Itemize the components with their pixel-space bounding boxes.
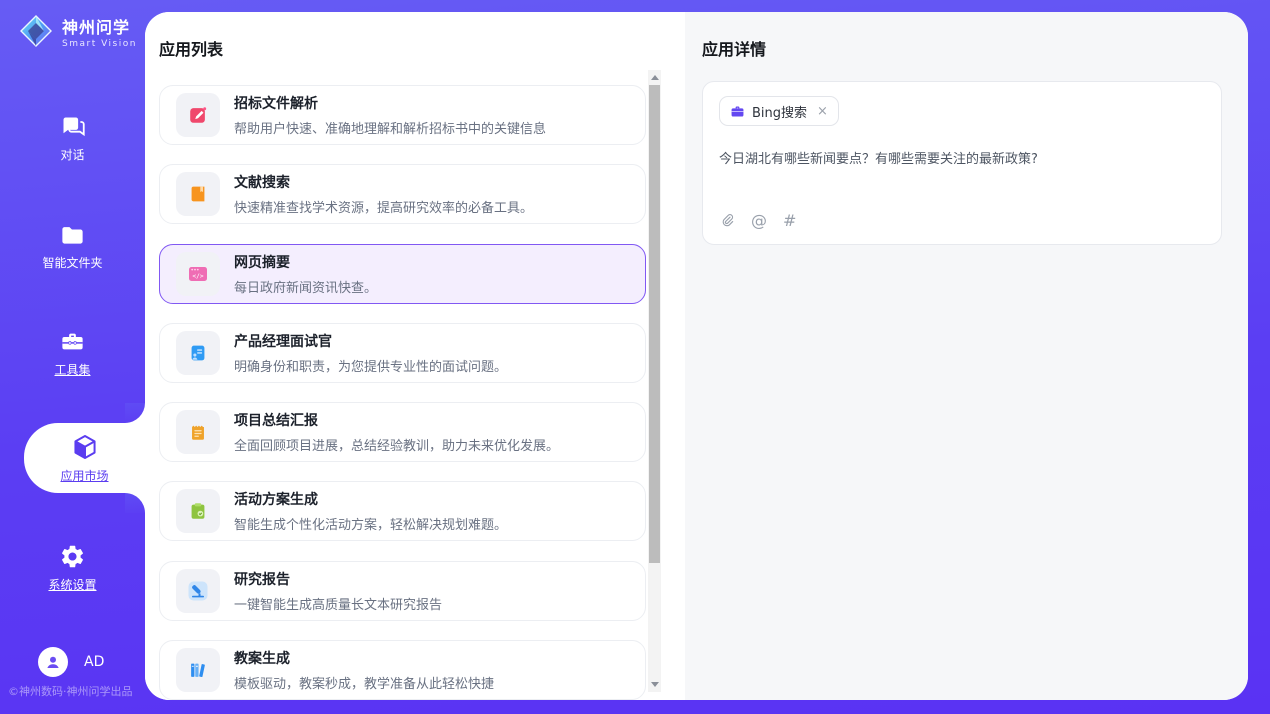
sidebar-item-settings[interactable]: 系统设置 xyxy=(0,533,145,603)
app-icon-tile xyxy=(176,648,220,692)
sidebar-item-label: 工具集 xyxy=(54,361,90,378)
sidebar-item-label: 智能文件夹 xyxy=(42,254,102,271)
app-icon-tile xyxy=(176,93,220,137)
clipboard-check-icon xyxy=(187,500,209,522)
app-card-research-report[interactable]: 研究报告 一键智能生成高质量长文本研究报告 xyxy=(159,561,646,621)
app-icon-tile xyxy=(176,172,220,216)
microscope-icon xyxy=(186,579,210,603)
tool-tag-bing-search[interactable]: Bing搜索 × xyxy=(719,96,839,126)
avatar xyxy=(38,647,68,677)
svg-text:</>: </> xyxy=(192,273,203,280)
folder-icon xyxy=(59,221,86,248)
brand-tagline: Smart Vision xyxy=(62,39,137,49)
app-name: 文献搜索 xyxy=(234,172,533,192)
interview-icon xyxy=(187,342,209,364)
sidebar-item-chat[interactable]: 对话 xyxy=(0,103,145,173)
app-description: 一键智能生成高质量长文本研究报告 xyxy=(234,594,442,613)
hashtag-icon[interactable]: # xyxy=(783,213,796,229)
sidebar: 神州问学 Smart Vision 对话 智能文件夹 工具集 xyxy=(0,0,145,714)
prompt-card: Bing搜索 × 今日湖北有哪些新闻要点？有哪些需要关注的最新政策? @ # xyxy=(702,81,1222,245)
bubble-top-curve xyxy=(125,403,145,423)
paperclip-icon[interactable] xyxy=(719,212,735,229)
app-description: 每日政府新闻资讯快查。 xyxy=(234,277,377,296)
app-name: 网页摘要 xyxy=(234,252,377,272)
browser-code-icon: </> xyxy=(186,262,210,286)
mention-icon[interactable]: @ xyxy=(751,213,767,229)
app-card-project-summary[interactable]: 项目总结汇报 全面回顾项目进展，总结经验教训，助力未来优化发展。 xyxy=(159,402,646,462)
app-description: 帮助用户快速、准确地理解和解析招标书中的关键信息 xyxy=(234,118,546,137)
app-card-lesson-plan[interactable]: 教案生成 模板驱动，教案秒成，教学准备从此轻松快捷 xyxy=(159,640,646,700)
tool-tag-label: Bing搜索 xyxy=(752,102,807,121)
sidebar-item-label: 对话 xyxy=(60,146,84,163)
user-initials: AD xyxy=(84,654,104,670)
prompt-toolbar: @ # xyxy=(719,212,796,229)
book-icon xyxy=(187,183,209,205)
sidebar-item-smart-folder[interactable]: 智能文件夹 xyxy=(0,211,145,281)
app-description: 全面回顾项目进展，总结经验教训，助力未来优化发展。 xyxy=(234,435,559,454)
app-card-pm-interviewer[interactable]: 产品经理面试官 明确身份和职责，为您提供专业性的面试问题。 xyxy=(159,323,646,383)
sidebar-item-toolset[interactable]: 工具集 xyxy=(0,318,145,388)
app-card-literature-search[interactable]: 文献搜索 快速精准查找学术资源，提高研究效率的必备工具。 xyxy=(159,164,646,224)
notepad-icon xyxy=(187,421,209,443)
gear-icon xyxy=(59,543,86,570)
app-card-tender-analysis[interactable]: 招标文件解析 帮助用户快速、准确地理解和解析招标书中的关键信息 xyxy=(159,85,646,145)
app-name: 活动方案生成 xyxy=(234,489,507,509)
scroll-down-arrow[interactable] xyxy=(651,682,659,687)
toolbox-icon xyxy=(59,328,86,355)
app-name: 招标文件解析 xyxy=(234,93,546,113)
sidebar-item-label: 系统设置 xyxy=(48,576,96,593)
sidebar-item-label: 应用市场 xyxy=(60,467,108,484)
user-account[interactable]: AD xyxy=(38,647,104,677)
app-description: 模板驱动，教案秒成，教学准备从此轻松快捷 xyxy=(234,673,494,692)
app-name: 项目总结汇报 xyxy=(234,410,559,430)
app-detail-panel: 应用详情 Bing搜索 × 今日湖北有哪些新闻要点？有哪些需要关注的最新政策? … xyxy=(685,12,1248,700)
sidebar-item-app-market[interactable]: 应用市场 xyxy=(24,423,145,493)
chat-icon xyxy=(59,113,86,140)
app-icon-tile xyxy=(176,569,220,613)
app-description: 明确身份和职责，为您提供专业性的面试问题。 xyxy=(234,356,507,375)
copyright-text: ©神州数码·神州问学出品 xyxy=(8,683,148,699)
app-detail-title: 应用详情 xyxy=(702,36,766,60)
app-icon-tile xyxy=(176,489,220,533)
bubble-bottom-curve xyxy=(125,493,145,513)
books-icon xyxy=(187,659,209,681)
app-description: 快速精准查找学术资源，提高研究效率的必备工具。 xyxy=(234,197,533,216)
prompt-input[interactable]: 今日湖北有哪些新闻要点？有哪些需要关注的最新政策? xyxy=(719,150,1205,170)
list-scrollbar[interactable] xyxy=(648,70,661,692)
app-card-web-summary[interactable]: </> 网页摘要 每日政府新闻资讯快查。 xyxy=(159,244,646,304)
app-name: 研究报告 xyxy=(234,569,442,589)
person-icon xyxy=(44,653,62,671)
app-description: 智能生成个性化活动方案，轻松解决规划难题。 xyxy=(234,514,507,533)
tag-close-icon[interactable]: × xyxy=(817,104,828,119)
brand-logo: 神州问学 Smart Vision xyxy=(18,13,137,49)
app-name: 产品经理面试官 xyxy=(234,331,507,351)
app-card-event-plan[interactable]: 活动方案生成 智能生成个性化活动方案，轻松解决规划难题。 xyxy=(159,481,646,541)
app-icon-tile: </> xyxy=(176,252,220,296)
app-list-title: 应用列表 xyxy=(159,36,223,60)
app-name: 教案生成 xyxy=(234,648,494,668)
scrollbar-thumb[interactable] xyxy=(649,85,660,563)
diamond-logo-icon xyxy=(18,13,54,49)
brand-name: 神州问学 xyxy=(62,14,137,38)
briefcase-icon xyxy=(730,104,745,119)
app-icon-tile xyxy=(176,331,220,375)
app-icon-tile xyxy=(176,410,220,454)
edit-document-icon xyxy=(187,104,209,126)
main-content: 应用列表 招标文件解析 帮助用户快速、准确地理解和解析招标书中的关键信息 xyxy=(145,12,1248,700)
cube-icon xyxy=(71,433,99,461)
app-list-panel: 应用列表 招标文件解析 帮助用户快速、准确地理解和解析招标书中的关键信息 xyxy=(145,12,685,700)
scroll-up-arrow[interactable] xyxy=(651,75,659,80)
